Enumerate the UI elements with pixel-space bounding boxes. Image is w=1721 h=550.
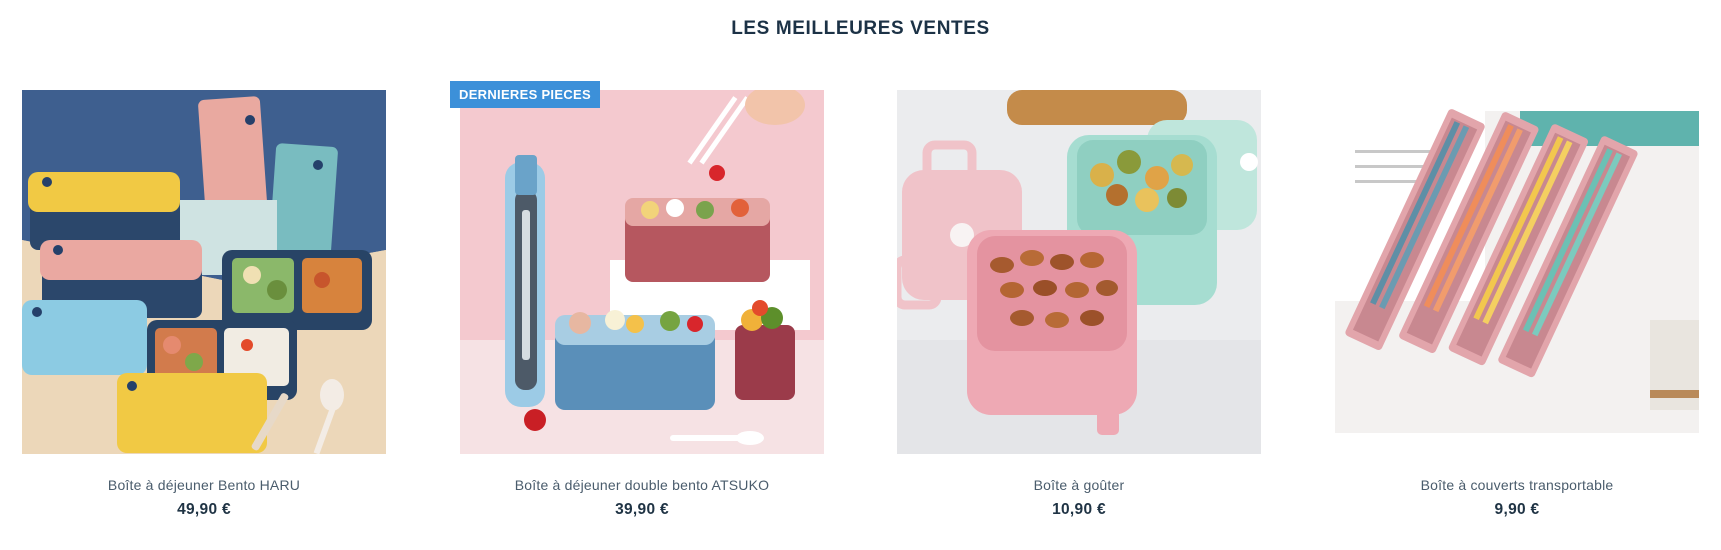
product-price: 9,90 € xyxy=(1494,501,1540,518)
product-name[interactable]: Boîte à goûter xyxy=(897,477,1261,493)
snack-box-image[interactable] xyxy=(897,90,1261,454)
product-price: 39,90 € xyxy=(615,501,669,518)
product-price: 49,90 € xyxy=(177,501,231,518)
cutlery-box-image[interactable] xyxy=(1335,90,1699,454)
product-name[interactable]: Boîte à déjeuner Bento HARU xyxy=(22,477,386,493)
product-card-bento-haru[interactable]: Boîte à déjeuner Bento HARU 49,90 € xyxy=(22,90,386,519)
product-card-bento-atsuko[interactable]: Boîte à déjeuner double bento ATSUKO 39,… xyxy=(460,90,824,519)
bento-lunchbox-image[interactable] xyxy=(22,90,386,454)
product-card-cutlery-box[interactable]: Boîte à couverts transportable 9,90 € xyxy=(1335,90,1699,519)
product-name[interactable]: Boîte à déjeuner double bento ATSUKO xyxy=(460,477,824,493)
double-bento-image[interactable] xyxy=(460,90,824,454)
product-name[interactable]: Boîte à couverts transportable xyxy=(1335,477,1699,493)
product-card-snack-box[interactable]: Boîte à goûter 10,90 € xyxy=(897,90,1261,519)
section-title: LES MEILLEURES VENTES xyxy=(731,18,990,39)
last-items-badge: DERNIERES PIECES xyxy=(450,81,600,108)
product-price: 10,90 € xyxy=(1052,501,1106,518)
